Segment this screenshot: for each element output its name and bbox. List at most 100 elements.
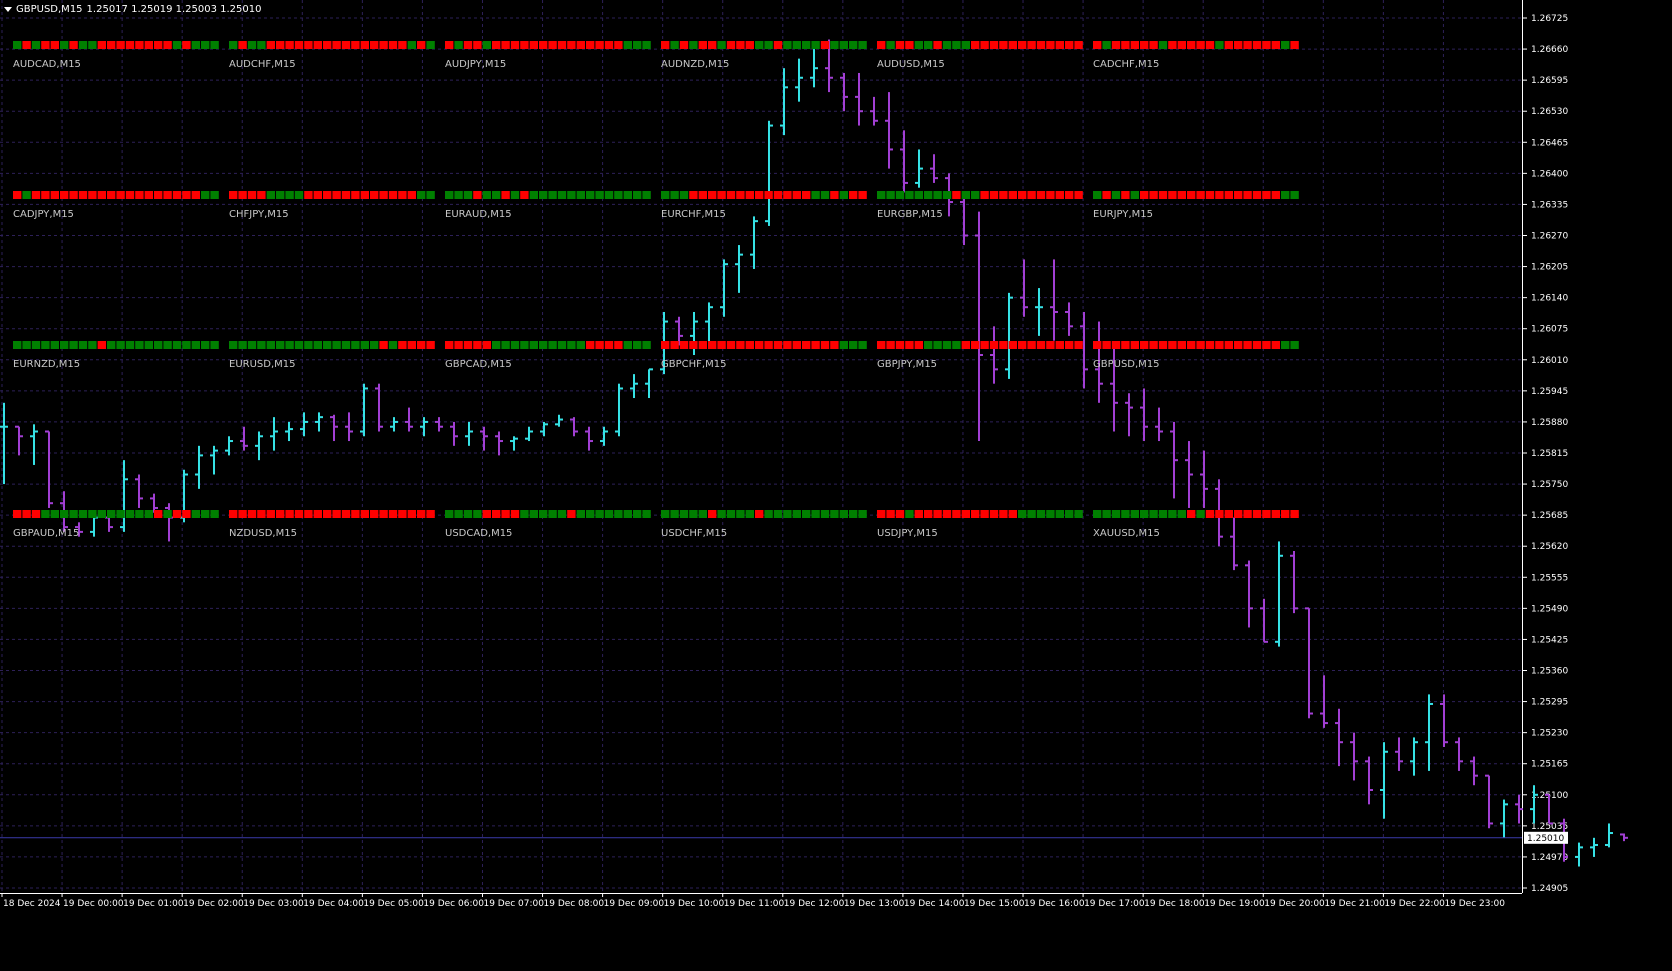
current-price-label: 1.25010 — [1527, 834, 1564, 844]
signal-box — [642, 510, 651, 518]
signal-box — [670, 41, 679, 49]
signal-box — [914, 41, 923, 49]
signal-box — [22, 510, 31, 518]
signal-box — [567, 510, 576, 518]
signal-box — [229, 510, 238, 518]
signal-box — [1036, 510, 1046, 518]
signal-box — [698, 191, 707, 199]
signal-box — [849, 341, 858, 349]
signal-box — [294, 191, 304, 199]
signal-box — [661, 341, 670, 349]
signal-box — [257, 341, 266, 349]
signal-box — [1055, 510, 1064, 518]
price-label: 1.25425 — [1531, 635, 1568, 645]
signal-box — [417, 510, 426, 518]
signal-box — [952, 191, 961, 199]
signal-box — [736, 341, 745, 349]
signal-box — [586, 41, 595, 49]
signal-box — [1252, 191, 1262, 199]
signal-box — [388, 510, 398, 518]
signal-box — [510, 510, 520, 518]
signal-box — [1018, 510, 1027, 518]
signal-box — [1121, 341, 1130, 349]
signal-box — [501, 341, 510, 349]
signal-box — [877, 191, 886, 199]
signal-box — [257, 191, 266, 199]
signal-box — [830, 191, 839, 199]
signal-box — [1102, 510, 1111, 518]
signal-box — [1121, 41, 1130, 49]
signal-box — [858, 191, 867, 199]
signal-box — [417, 41, 426, 49]
signal-box — [125, 41, 135, 49]
signal-box — [1205, 341, 1215, 349]
signal-box — [886, 41, 895, 49]
signal-box — [97, 191, 106, 199]
signal-box — [182, 510, 191, 518]
signal-box — [745, 41, 754, 49]
signal-box — [463, 341, 473, 349]
price-label: 1.24970 — [1531, 853, 1568, 863]
dropdown-triangle-icon[interactable] — [4, 7, 12, 12]
signal-box — [576, 191, 585, 199]
signal-box — [191, 41, 200, 49]
signal-box — [69, 191, 78, 199]
signal-box — [1252, 510, 1262, 518]
signal-box — [886, 341, 895, 349]
price-chart[interactable]: 1.26725 1.26660 1.26595 1.26530 1.26465 1.264… — [0, 0, 1672, 971]
signal-box — [604, 191, 614, 199]
signal-box — [586, 510, 595, 518]
signal-box — [482, 510, 491, 518]
signal-box — [135, 510, 144, 518]
signal-box — [1262, 41, 1271, 49]
signal-box — [229, 341, 238, 349]
signal-box — [510, 341, 520, 349]
signal-box — [351, 341, 360, 349]
signal-box — [745, 341, 754, 349]
signal-box — [1140, 41, 1149, 49]
signal-box — [755, 510, 764, 518]
signal-box — [125, 341, 135, 349]
signal-box — [1008, 191, 1017, 199]
signal-box — [942, 41, 952, 49]
signal-box — [1008, 341, 1017, 349]
panel-label: EURAUD,M15 — [445, 209, 512, 220]
signal-box — [689, 191, 698, 199]
signal-box — [1224, 191, 1233, 199]
signal-box — [1281, 341, 1290, 349]
signal-box — [31, 41, 41, 49]
signal-box — [78, 341, 88, 349]
signal-box — [961, 191, 970, 199]
signal-box — [830, 41, 839, 49]
time-label: 19 Dec 07:00 — [483, 899, 544, 909]
signal-box — [539, 510, 548, 518]
signal-box — [1281, 191, 1290, 199]
signal-box — [1027, 341, 1036, 349]
signal-box — [454, 341, 463, 349]
signal-box — [116, 341, 125, 349]
signal-box — [210, 510, 219, 518]
signal-box — [811, 41, 820, 49]
panel-label: CADJPY,M15 — [13, 209, 74, 220]
signal-box — [1252, 41, 1262, 49]
price-label: 1.25880 — [1531, 418, 1568, 428]
chart-window[interactable]: 1.26725 1.26660 1.26595 1.26530 1.26465 1.264… — [0, 0, 1672, 971]
signal-box — [858, 41, 867, 49]
signal-box — [1168, 191, 1177, 199]
signal-box — [604, 341, 614, 349]
signal-box — [97, 41, 106, 49]
signal-box — [154, 510, 163, 518]
chart-background — [0, 0, 1672, 971]
signal-box — [1196, 41, 1205, 49]
panel-label: EURJPY,M15 — [1093, 209, 1153, 220]
signal-box — [182, 341, 191, 349]
signal-box — [1046, 510, 1055, 518]
signal-box — [952, 510, 961, 518]
signal-box — [877, 41, 886, 49]
signal-box — [811, 341, 820, 349]
signal-box — [88, 341, 97, 349]
signal-box — [1036, 191, 1046, 199]
time-label: 19 Dec 18:00 — [1144, 899, 1205, 909]
signal-box — [144, 510, 153, 518]
signal-box — [88, 510, 97, 518]
